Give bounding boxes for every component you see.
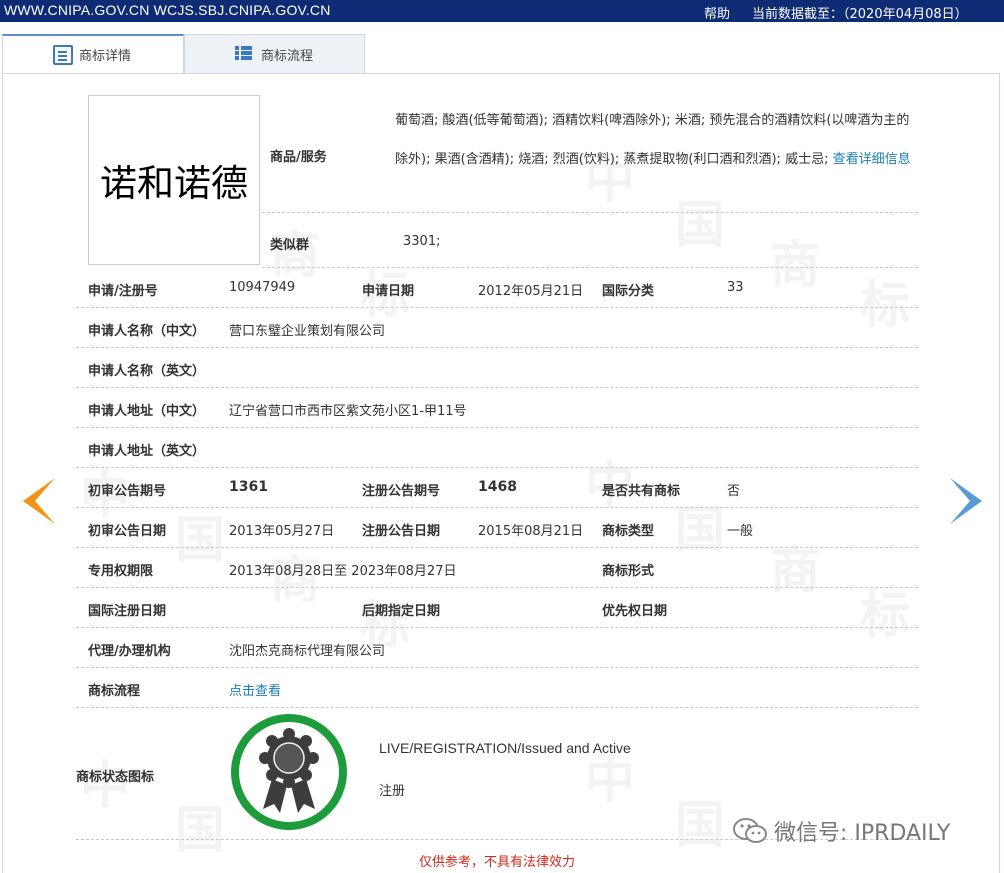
goods-label: 商品/服务 <box>270 150 327 165</box>
wechat-watermark: 微信号: IPRDAILY <box>732 815 950 847</box>
watermark: 标 <box>860 265 910 337</box>
priority-date-label: 优先权日期 <box>602 604 668 619</box>
prelim-pub-date-value: 2013年05月27日 <box>229 524 335 539</box>
agent-value: 沈阳杰克商标代理有限公司 <box>229 644 386 659</box>
address-cn-label: 申请人地址（中文） <box>88 404 206 419</box>
watermark: 国 <box>675 490 725 562</box>
agent-label: 代理/办理机构 <box>88 644 171 659</box>
status-text-en: LIVE/REGISTRATION/Issued and Active <box>379 740 631 756</box>
watermark: 国 <box>675 785 725 857</box>
prelim-pub-no-label: 初审公告期号 <box>88 484 167 499</box>
exclusive-period-label: 专用权期限 <box>88 564 154 579</box>
reg-pub-date-value: 2015年08月21日 <box>478 524 584 539</box>
divider <box>76 707 918 708</box>
shared-label: 是否共有商标 <box>602 484 681 499</box>
tab-label: 商标流程 <box>261 48 314 64</box>
wechat-text: 微信号: IPRDAILY <box>774 821 951 846</box>
tab-label: 商标详情 <box>79 49 132 64</box>
site-domains: WWW.CNIPA.GOV.CN WCJS.SBJ.CNIPA.GOV.CN <box>4 2 331 18</box>
divider <box>262 212 918 213</box>
intl-class-value: 33 <box>727 280 744 295</box>
reg-pub-no-label: 注册公告期号 <box>362 484 441 499</box>
prelim-pub-no-value: 1361 <box>229 479 268 495</box>
award-ribbon-icon <box>231 714 347 830</box>
applicant-cn-value: 营口东璧企业策划有限公司 <box>229 324 386 339</box>
status-icon-label: 商标状态图标 <box>76 770 155 785</box>
divider <box>76 627 918 628</box>
divider <box>262 267 918 268</box>
divider <box>76 307 918 308</box>
trademark-image: 诺和诺德 <box>88 95 260 265</box>
mark-form-label: 商标形式 <box>602 564 655 579</box>
watermark: 标 <box>860 575 910 647</box>
goods-services: 葡萄酒; 酸酒(低等葡萄酒); 酒精饮料(啤酒除外); 米酒; 预先混合的酒精饮… <box>395 101 915 179</box>
watermark: 商 <box>770 530 820 602</box>
trademark-text: 诺和诺德 <box>100 162 248 205</box>
applicant-cn-label: 申请人名称（中文） <box>88 324 206 339</box>
app-date-value: 2012年05月21日 <box>478 284 584 299</box>
help-link[interactable]: 帮助 <box>704 3 730 22</box>
intl-reg-date-label: 国际注册日期 <box>88 604 167 619</box>
reg-no-value: 10947949 <box>229 280 296 295</box>
wechat-icon <box>733 818 767 843</box>
tab-trademark-process[interactable]: 商标流程 <box>184 34 365 74</box>
top-bar: WWW.CNIPA.GOV.CN WCJS.SBJ.CNIPA.GOV.CN 帮… <box>0 0 1004 22</box>
disclaimer: 仅供参考，不具有法律效力 <box>419 855 576 870</box>
next-arrow-icon[interactable] <box>950 478 982 524</box>
watermark: 国 <box>175 790 225 862</box>
list-icon <box>235 44 255 64</box>
divider <box>76 667 918 668</box>
similar-group-label: 类似群 <box>270 238 310 253</box>
mark-type-value: 一般 <box>727 524 754 539</box>
process-view-link[interactable]: 点击查看 <box>229 680 281 699</box>
prelim-pub-date-label: 初审公告日期 <box>88 524 167 539</box>
shared-value: 否 <box>727 484 741 499</box>
view-details-link[interactable]: 查看详细信息 <box>833 152 911 167</box>
exclusive-period-value: 2013年08月28日至 2023年08月27日 <box>229 564 457 579</box>
divider <box>76 587 918 588</box>
watermark: 国 <box>675 185 725 257</box>
address-en-label: 申请人地址（英文） <box>88 444 206 459</box>
applicant-en-label: 申请人名称（英文） <box>88 364 206 379</box>
prev-arrow-icon[interactable] <box>23 478 55 524</box>
reg-pub-date-label: 注册公告日期 <box>362 524 441 539</box>
reg-no-label: 申请/注册号 <box>88 284 158 299</box>
reg-pub-no-value: 1468 <box>478 479 517 495</box>
mark-type-label: 商标类型 <box>602 524 655 539</box>
tab-trademark-details[interactable]: 商标详情 <box>2 34 184 74</box>
document-icon <box>53 44 73 65</box>
app-date-label: 申请日期 <box>362 284 415 299</box>
data-as-of: 当前数据截至：（2020年04月08日） <box>752 7 968 22</box>
divider <box>76 387 918 388</box>
divider <box>76 467 918 468</box>
similar-group-value: 3301; <box>403 234 441 249</box>
divider <box>76 507 918 508</box>
later-designation-date-label: 后期指定日期 <box>362 604 441 619</box>
process-label: 商标流程 <box>88 684 141 699</box>
watermark: 国 <box>175 500 225 572</box>
watermark: 商 <box>770 225 820 297</box>
divider <box>76 547 918 548</box>
divider <box>76 347 918 348</box>
divider <box>76 427 918 428</box>
intl-class-label: 国际分类 <box>602 284 655 299</box>
address-cn-value: 辽宁省营口市西市区紫文苑小区1-甲11号 <box>229 404 467 419</box>
status-text-cn: 注册 <box>379 784 406 799</box>
